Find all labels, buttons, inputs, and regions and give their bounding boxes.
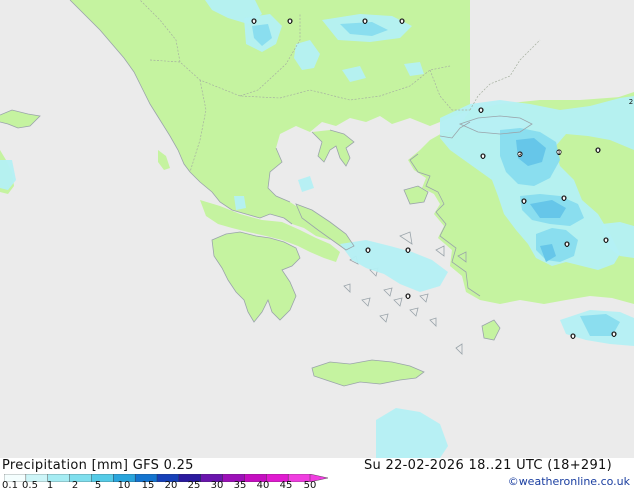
svg-text:2: 2 [629, 98, 633, 106]
station-marker: 0 [570, 333, 576, 341]
legend-tick-label: 10 [117, 480, 131, 491]
legend-tick-label: 50 [303, 480, 317, 491]
station-marker: 0 [405, 247, 411, 255]
legend-tick-label: 15 [141, 480, 155, 491]
station-marker: 0 [564, 241, 570, 249]
svg-text:0: 0 [479, 107, 483, 115]
legend-tick-label: 0.1 [2, 480, 18, 491]
legend-tick-label: 2 [71, 480, 79, 491]
station-marker: 0 [365, 247, 371, 255]
station-marker: 0 [405, 293, 411, 301]
station-marker: 0 [603, 237, 609, 245]
svg-text:0: 0 [481, 153, 485, 161]
svg-text:0: 0 [522, 198, 526, 206]
svg-text:3: 3 [518, 151, 522, 159]
station-marker: 0 [480, 153, 486, 161]
station-marker: 0 [561, 195, 567, 203]
credit-link[interactable]: ©weatheronline.co.uk [508, 475, 630, 488]
svg-text:0: 0 [571, 333, 575, 341]
station-marker: 0 [399, 18, 405, 26]
station-marker: 1 [556, 149, 562, 157]
legend-tick-label: 45 [279, 480, 293, 491]
legend-tick-label: 30 [210, 480, 224, 491]
station-marker: 0 [251, 18, 257, 26]
station-marker: 0 [595, 147, 601, 155]
station-marker: 0 [611, 331, 617, 339]
station-marker: 0 [521, 198, 527, 206]
svg-text:0: 0 [406, 247, 410, 255]
legend-tick-label: 1 [46, 480, 54, 491]
svg-text:0: 0 [252, 18, 256, 26]
station-marker: 0 [362, 18, 368, 26]
svg-text:0: 0 [565, 241, 569, 249]
station-marker: 0 [478, 107, 484, 115]
legend-tick-label: 5 [94, 480, 102, 491]
svg-text:1: 1 [557, 149, 561, 157]
legend-tick-label: 25 [187, 480, 201, 491]
precipitation-map: 0 0 0 0 0 0 3 1 0 0 0 0 0 0 0 0 0 0 0 2 [0, 0, 634, 458]
svg-text:0: 0 [288, 18, 292, 26]
station-marker: 0 [287, 18, 293, 26]
valid-datetime: Su 22-02-2026 18..21 UTC (18+291) [364, 458, 612, 473]
legend-tick-label: 0.5 [22, 480, 38, 491]
svg-text:0: 0 [604, 237, 608, 245]
svg-text:0: 0 [406, 293, 410, 301]
map-canvas: 0 0 0 0 0 0 3 1 0 0 0 0 0 0 0 0 0 0 0 2 [0, 0, 634, 458]
legend-tick-label: 40 [256, 480, 270, 491]
svg-text:0: 0 [562, 195, 566, 203]
svg-text:0: 0 [612, 331, 616, 339]
legend-tick-label: 35 [233, 480, 247, 491]
legend-tick-label: 20 [164, 480, 178, 491]
map-title: Precipitation [mm] GFS 0.25 [2, 458, 194, 473]
svg-text:0: 0 [596, 147, 600, 155]
station-marker: 3 [517, 151, 523, 159]
svg-text:0: 0 [366, 247, 370, 255]
station-marker: 2 [629, 98, 633, 106]
svg-text:0: 0 [363, 18, 367, 26]
svg-text:0: 0 [400, 18, 404, 26]
